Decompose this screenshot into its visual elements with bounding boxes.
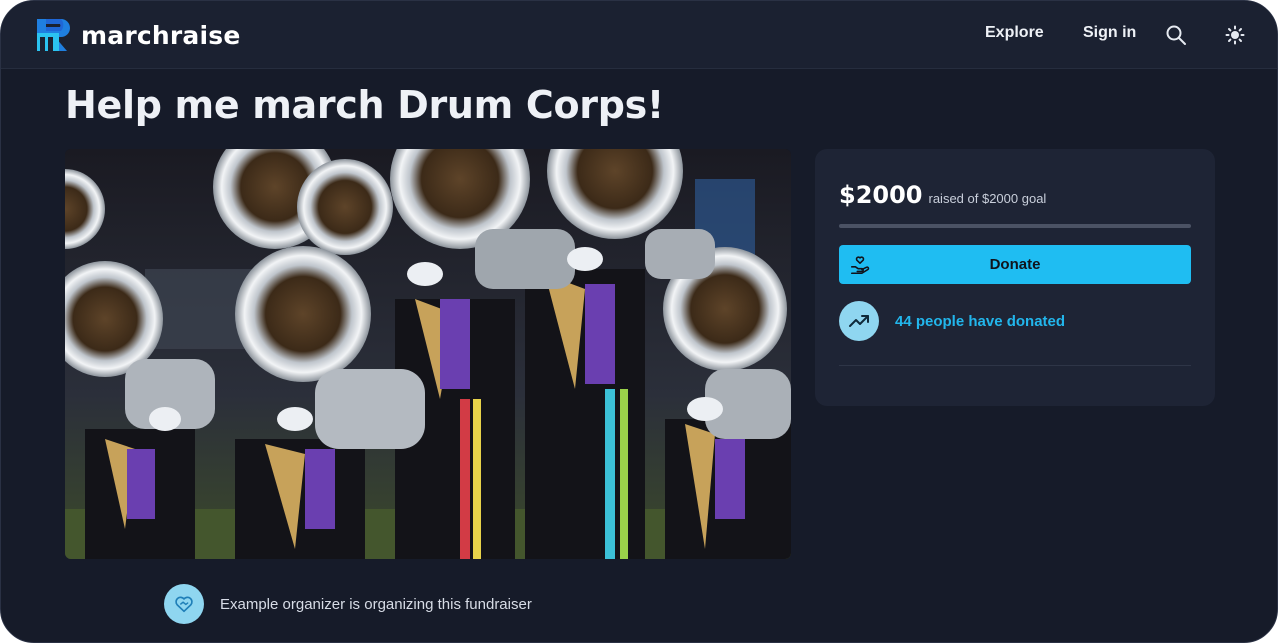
nav-explore-link[interactable]: Explore	[985, 24, 1044, 42]
goal-text: raised of $2000 goal	[928, 191, 1047, 206]
nav-signin-link[interactable]: Sign in	[1083, 24, 1136, 42]
sun-icon[interactable]	[1223, 23, 1247, 47]
top-nav: marchraise Explore Sign in	[1, 1, 1277, 69]
donation-card: $2000 raised of $2000 goal Donate 44 peo…	[815, 149, 1215, 406]
organizer-info: Example organizer is organizing this fun…	[164, 584, 532, 624]
app-window: marchraise Explore Sign in Help me march…	[0, 0, 1278, 643]
donate-hand-heart-icon	[850, 256, 870, 275]
drum-corps-photo	[65, 149, 791, 559]
progress-bar	[839, 224, 1191, 228]
heart-handshake-icon	[175, 596, 193, 613]
donors-count-text: 44 people have donated	[895, 312, 1066, 330]
donate-button[interactable]: Donate	[839, 245, 1191, 284]
brand-logo[interactable]: marchraise	[37, 19, 240, 51]
logo-mark-icon	[37, 19, 70, 51]
page-title: Help me march Drum Corps!	[65, 83, 664, 127]
raised-summary: $2000 raised of $2000 goal	[839, 181, 1046, 209]
search-icon[interactable]	[1164, 23, 1188, 47]
raised-amount: $2000	[839, 181, 923, 209]
trending-up-icon	[849, 315, 869, 327]
donate-button-label: Donate	[989, 256, 1041, 273]
organizer-text: Example organizer is organizing this fun…	[220, 595, 532, 613]
donors-avatar	[839, 301, 879, 341]
fundraiser-hero-image	[65, 149, 791, 559]
donors-summary[interactable]: 44 people have donated	[839, 301, 1065, 341]
organizer-avatar	[164, 584, 204, 624]
card-divider	[839, 365, 1191, 366]
progress-bar-fill	[839, 224, 1191, 228]
brand-name: marchraise	[81, 20, 241, 50]
